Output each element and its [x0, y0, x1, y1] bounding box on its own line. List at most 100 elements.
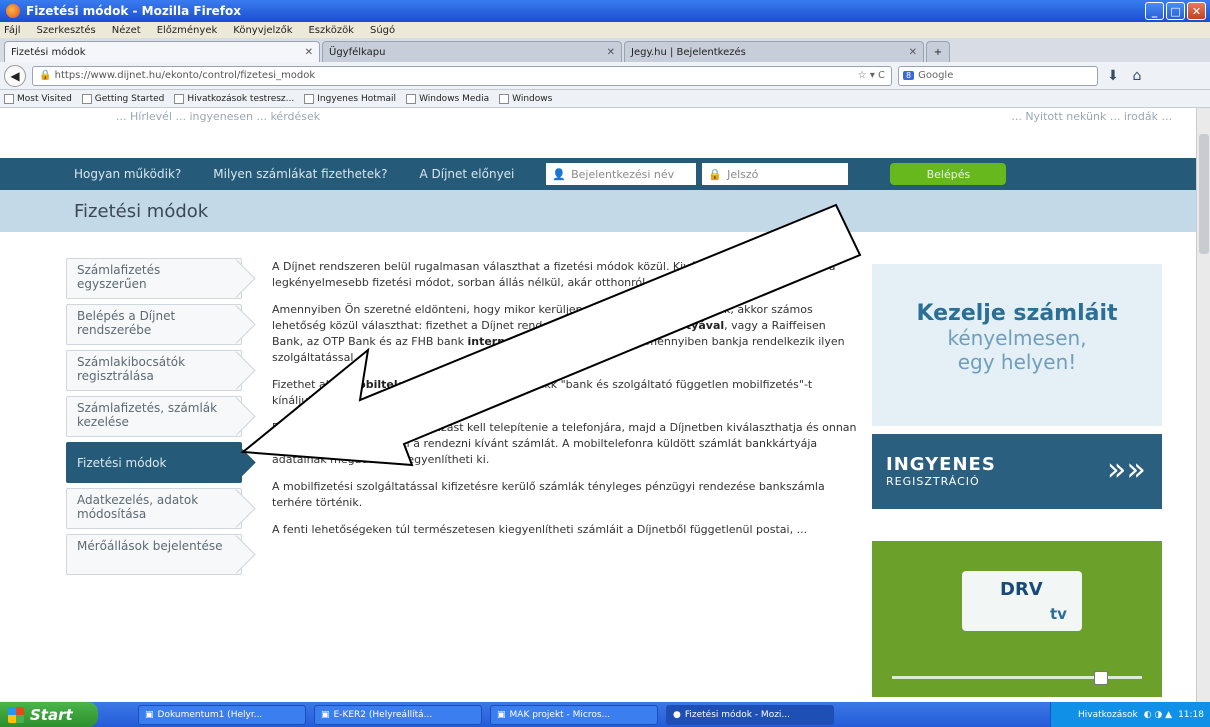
- main-content: A Díjnet rendszeren belül rugalmasan vál…: [272, 259, 858, 549]
- window-title: Fizetési módok - Mozilla Firefox: [26, 4, 241, 18]
- word-icon: ▣: [321, 709, 330, 720]
- paragraph: A Díjnet rendszeren belül rugalmasan vál…: [272, 260, 836, 289]
- bookmark-icon: [304, 93, 315, 104]
- paragraph: Fizethet akár mobiltelefonnal is, melyre…: [272, 378, 813, 407]
- home-icon[interactable]: ⌂: [1128, 68, 1146, 84]
- minimize-button[interactable]: _: [1145, 2, 1164, 20]
- sidebar-item-fizetesi-modok[interactable]: Fizetési módok: [66, 442, 242, 483]
- lock-icon: 🔒: [708, 167, 723, 181]
- menu-tools[interactable]: Eszközök: [308, 25, 354, 36]
- chevrons-icon: »»: [1106, 450, 1146, 488]
- start-button[interactable]: Start: [0, 702, 98, 727]
- paragraph: A fenti lehetőségeken túl természetesen …: [272, 523, 808, 536]
- bookmark-hotmail[interactable]: Ingyenes Hotmail: [304, 93, 396, 104]
- header-faded-left[interactable]: ... Hírlevél ... ingyenesen ... kérdések: [116, 110, 320, 123]
- tab-jegy[interactable]: Jegy.hu | Bejelentkezés ✕: [624, 41, 924, 62]
- tray-label[interactable]: Hivatkozások: [1078, 710, 1138, 720]
- menu-view[interactable]: Nézet: [112, 25, 141, 36]
- header-faded-right[interactable]: ... Nyitott nekünk ... irodák ...: [1011, 110, 1172, 123]
- word-icon: ▣: [145, 709, 154, 720]
- menu-edit[interactable]: Szerkesztés: [37, 25, 96, 36]
- menu-bookmarks[interactable]: Könyvjelzők: [233, 25, 292, 36]
- window-controls: _ □ ✕: [1145, 2, 1206, 20]
- tab-bar: Fizetési módok ✕ Ügyfélkapu ✕ Jegy.hu | …: [0, 38, 1210, 62]
- powerpoint-icon: ▣: [497, 709, 506, 720]
- drv-banner[interactable]: DRV tv: [872, 541, 1162, 697]
- menu-help[interactable]: Súgó: [370, 25, 395, 36]
- sidebar-item-belepes[interactable]: Belépés a Díjnet rendszerébe: [66, 304, 242, 345]
- paragraph: Ebben az esetben egy alkalmazást kell te…: [272, 421, 857, 466]
- sidebar-item-adatkezeles[interactable]: Adatkezelés, adatok módosítása: [66, 488, 242, 529]
- taskbar-item-firefox[interactable]: ● Fizetési módok - Mozi...: [666, 704, 834, 725]
- tab-close-icon[interactable]: ✕: [909, 47, 917, 58]
- site-main-nav: Hogyan működik? Milyen számlákat fizethe…: [0, 158, 1196, 190]
- bookmark-icon: [174, 93, 185, 104]
- scrollbar-thumb[interactable]: [1199, 134, 1209, 254]
- bookmark-most-visited[interactable]: Most Visited: [4, 93, 72, 104]
- bookmark-hivatkozasok[interactable]: Hivatkozások testresz...: [174, 93, 294, 104]
- new-tab-button[interactable]: +: [926, 41, 950, 62]
- lock-icon: 🔒: [39, 70, 55, 81]
- password-field[interactable]: 🔒 Jelszó: [702, 163, 849, 185]
- sidebar-item-szamlak-kezelese[interactable]: Számlafizetés, számlák kezelése: [66, 396, 242, 437]
- bookmark-windows-media[interactable]: Windows Media: [406, 93, 489, 104]
- navigation-bar: ◀ 🔒 https://www.dijnet.hu/ekonto/control…: [0, 62, 1210, 90]
- taskbar-item-eker[interactable]: ▣ E-KER2 (Helyreállítá...: [314, 704, 482, 725]
- login-button[interactable]: Belépés: [890, 163, 1007, 185]
- search-box[interactable]: 8 Google: [898, 65, 1098, 86]
- tab-ugyfelkapu[interactable]: Ügyfélkapu ✕: [322, 41, 622, 62]
- taskbar-item-word[interactable]: ▣ Dokumentum1 (Helyr...: [138, 704, 306, 725]
- google-icon: 8: [903, 71, 915, 80]
- tray-icons[interactable]: ◐ ◑ ▲: [1144, 710, 1172, 720]
- window-titlebar: Fizetési módok - Mozilla Firefox _ □ ✕: [0, 0, 1210, 22]
- register-banner[interactable]: INGYENES REGISZTRÁCIÓ »»: [872, 434, 1162, 509]
- tab-fizetesi-modok[interactable]: Fizetési módok ✕: [4, 41, 320, 62]
- user-icon: 👤: [552, 167, 567, 181]
- tab-close-icon[interactable]: ✕: [607, 47, 615, 58]
- url-bar[interactable]: 🔒 https://www.dijnet.hu/ekonto/control/f…: [32, 65, 892, 86]
- sidebar-item-szamlafizetes[interactable]: Számlafizetés egyszerűen: [66, 258, 242, 299]
- web-page: ... Hírlevél ... ingyenesen ... kérdések…: [0, 108, 1196, 702]
- menu-file[interactable]: Fájl: [4, 25, 21, 36]
- tab-close-icon[interactable]: ✕: [305, 47, 313, 58]
- menu-bar: Fájl Szerkesztés Nézet Előzmények Könyvj…: [0, 22, 1210, 38]
- firefox-icon: [6, 4, 20, 18]
- taskbar-item-mak[interactable]: ▣ MAK projekt - Micros...: [490, 704, 658, 725]
- tab-label: Fizetési módok: [11, 46, 86, 58]
- maximize-button[interactable]: □: [1166, 2, 1185, 20]
- tv-icon: tv: [1050, 605, 1067, 623]
- tab-label: Ügyfélkapu: [329, 46, 386, 58]
- nav-link-szamlak[interactable]: Milyen számlákat fizethetek?: [213, 167, 387, 181]
- sidebar-item-szamlakibocsatok[interactable]: Számlakibocsátók regisztrálása: [66, 350, 242, 391]
- bookmark-getting-started[interactable]: Getting Started: [81, 93, 164, 104]
- site-header: ... Hírlevél ... ingyenesen ... kérdések…: [0, 108, 1196, 158]
- back-arrow-icon[interactable]: ◀: [4, 64, 26, 87]
- bookmarks-toolbar: Most Visited Getting Started Hivatkozáso…: [0, 90, 1210, 108]
- sidebar-item-meroallasok[interactable]: Mérőállások bejelentése: [66, 534, 242, 575]
- bookmark-icon: [406, 93, 417, 104]
- bookmark-icon: [499, 93, 510, 104]
- search-placeholder: Google: [918, 70, 954, 81]
- nav-link-elonyok[interactable]: A Díjnet előnyei: [419, 167, 514, 181]
- bookmark-icon: [81, 93, 92, 104]
- bookmark-windows[interactable]: Windows: [499, 93, 552, 104]
- username-field[interactable]: 👤 Bejelentkezési név: [546, 163, 697, 185]
- clock: 11:18: [1178, 709, 1204, 720]
- system-tray: Hivatkozások ◐ ◑ ▲ 11:18: [1050, 702, 1210, 727]
- reload-icon[interactable]: ☆ ▾ C: [858, 70, 885, 81]
- url-text: https://www.dijnet.hu/ekonto/control/fiz…: [54, 70, 316, 81]
- close-button[interactable]: ✕: [1187, 2, 1206, 20]
- download-icon[interactable]: ⬇: [1104, 68, 1122, 84]
- nav-link-hogyan[interactable]: Hogyan működik?: [74, 167, 181, 181]
- promo-banner-kezelje[interactable]: Kezelje számláit kényelmesen, egy helyen…: [872, 264, 1162, 426]
- windows-taskbar: Start ▣ Dokumentum1 (Helyr... ▣ E-KER2 (He…: [0, 702, 1210, 727]
- paragraph: A mobilfizetési szolgáltatással kifizeté…: [272, 480, 825, 509]
- page-scrollbar[interactable]: [1196, 108, 1210, 702]
- bookmark-icon: [4, 93, 14, 104]
- banner-slider-handle[interactable]: [1094, 671, 1108, 685]
- paragraph: Amennyiben Ön szeretné eldönteni, hogy m…: [272, 303, 845, 364]
- menu-history[interactable]: Előzmények: [157, 25, 218, 36]
- page-title: Fizetési módok: [0, 190, 1196, 232]
- sidebar: Számlafizetés egyszerűen Belépés a Díjne…: [66, 258, 242, 580]
- tab-label: Jegy.hu | Bejelentkezés: [631, 46, 746, 58]
